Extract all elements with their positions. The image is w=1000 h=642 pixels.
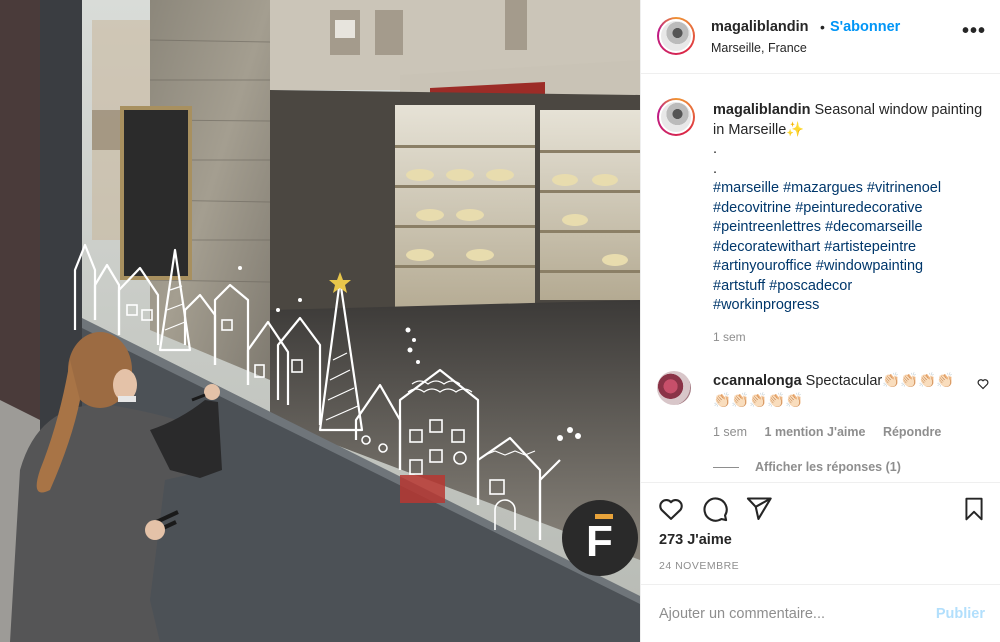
comments-section[interactable]: magaliblandin Seasonal window painting in… bbox=[641, 74, 1000, 482]
like-count[interactable]: 273 J'aime bbox=[659, 532, 732, 548]
hashtag-line[interactable]: #artstuff #poscadecor bbox=[713, 277, 983, 297]
comment-input[interactable]: Ajouter un commentaire... bbox=[659, 606, 825, 622]
comment-body: ccannalonga Spectacular👏🏻👏🏻👏🏻👏🏻👏🏻👏🏻👏🏻👏🏻👏… bbox=[713, 372, 963, 411]
caption-avatar[interactable] bbox=[657, 98, 695, 136]
comment-bubble-icon[interactable] bbox=[701, 495, 729, 528]
view-replies-label: Afficher les réponses (1) bbox=[755, 460, 901, 474]
replies-divider bbox=[713, 467, 739, 469]
window-painting-photo: F bbox=[0, 0, 640, 642]
post-location[interactable]: Marseille, France bbox=[711, 41, 807, 55]
comment-time[interactable]: 1 sem bbox=[713, 425, 747, 439]
post-date[interactable]: 24 NOVEMBRE bbox=[659, 560, 739, 572]
hashtag-line[interactable]: #decovitrine #peinturedecorative bbox=[713, 199, 983, 219]
hashtag-list: #marseille #mazargues #vitrinenoel #deco… bbox=[713, 179, 983, 316]
post-photo[interactable]: F bbox=[0, 0, 640, 642]
add-comment-bar: Ajouter un commentaire... Publier bbox=[641, 584, 1000, 642]
hashtag-line[interactable]: #peintreenlettres #decomarseille bbox=[713, 218, 983, 238]
view-replies-button[interactable]: Afficher les réponses (1) bbox=[713, 460, 901, 474]
hashtag-line[interactable]: #artinyouroffice #windowpainting bbox=[713, 257, 983, 277]
commenter-avatar[interactable] bbox=[657, 371, 691, 405]
caption-dot: . bbox=[713, 141, 718, 157]
caption-dot: . bbox=[713, 160, 718, 177]
shop-sign-letter: F bbox=[586, 517, 613, 566]
post-header: magaliblandin • S'abonner Marseille, Fra… bbox=[641, 0, 1000, 74]
comment-like-heart-icon[interactable] bbox=[977, 378, 989, 393]
hashtag-line[interactable]: #decoratewithart #artistepeintre bbox=[713, 238, 983, 258]
share-paper-plane-icon[interactable] bbox=[745, 495, 773, 528]
hashtag-line[interactable]: #workinprogress bbox=[713, 296, 983, 316]
post-sidebar: magaliblandin • S'abonner Marseille, Fra… bbox=[640, 0, 1000, 642]
reply-button[interactable]: Répondre bbox=[883, 425, 941, 439]
caption-username[interactable]: magaliblandin bbox=[713, 102, 811, 118]
commenter-username[interactable]: ccannalonga bbox=[713, 373, 802, 389]
comment-like-count[interactable]: 1 mention J'aime bbox=[765, 425, 866, 439]
author-username[interactable]: magaliblandin bbox=[711, 19, 809, 35]
hashtag-line[interactable]: #marseille #mazargues #vitrinenoel bbox=[713, 179, 983, 199]
separator-dot: • bbox=[820, 19, 825, 35]
comment-meta: 1 sem 1 mention J'aime Répondre bbox=[713, 425, 955, 439]
save-bookmark-icon[interactable] bbox=[961, 495, 987, 528]
post-actions: 273 J'aime 24 NOVEMBRE bbox=[641, 482, 1000, 584]
more-horizontal-icon[interactable]: ••• bbox=[962, 21, 986, 41]
caption-time[interactable]: 1 sem bbox=[713, 330, 746, 344]
like-heart-icon[interactable] bbox=[657, 495, 685, 528]
author-avatar[interactable] bbox=[657, 17, 695, 55]
follow-button[interactable]: S'abonner bbox=[830, 19, 900, 35]
publish-button[interactable]: Publier bbox=[936, 606, 985, 622]
instagram-post: F magaliblandin • S'abonner Marseille, F… bbox=[0, 0, 1000, 642]
post-caption: magaliblandin Seasonal window painting in… bbox=[713, 101, 983, 316]
